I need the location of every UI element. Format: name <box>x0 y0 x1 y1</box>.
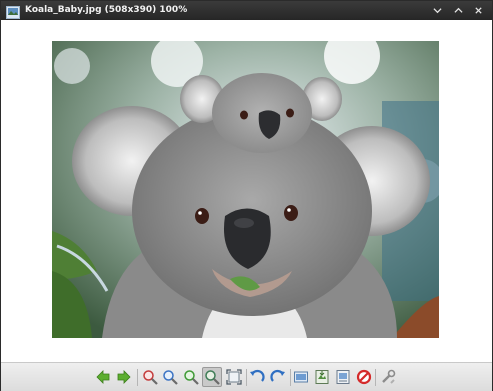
maximize-button[interactable] <box>451 3 466 18</box>
rotate-left-icon <box>250 369 265 382</box>
zoom-out-button[interactable] <box>160 367 180 387</box>
rotate-right-icon <box>270 369 285 382</box>
settings-button[interactable] <box>378 367 398 387</box>
tools-icon <box>382 369 396 384</box>
image-properties-icon <box>336 370 350 384</box>
delete-button[interactable] <box>354 367 374 387</box>
title-bar[interactable]: Koala_Baby.jpg (508x390) 100% <box>1 1 492 20</box>
rotate-right-button[interactable] <box>268 367 288 387</box>
save-image-icon <box>315 370 329 384</box>
image-file-icon <box>6 4 20 19</box>
viewer-toolbar <box>1 362 492 391</box>
close-button[interactable] <box>471 3 486 18</box>
rotate-left-button[interactable] <box>247 367 267 387</box>
zoom-in-button[interactable] <box>140 367 160 387</box>
zoom-out-icon <box>163 370 178 385</box>
toolbar-separator <box>375 369 376 386</box>
previous-image-button[interactable] <box>93 367 113 387</box>
arrow-left-icon <box>96 370 110 384</box>
toolbar-separator <box>137 369 138 386</box>
zoom-original-icon <box>184 370 199 385</box>
arrow-right-icon <box>117 370 131 384</box>
save-image-button[interactable] <box>312 367 332 387</box>
open-file-button[interactable] <box>291 367 311 387</box>
delete-icon <box>356 369 372 385</box>
zoom-fit-icon <box>205 370 220 385</box>
next-image-button[interactable] <box>114 367 134 387</box>
koala-photo <box>52 41 439 338</box>
close-icon <box>475 7 482 14</box>
folder-image-icon <box>294 371 308 383</box>
chevron-up-icon <box>454 7 463 13</box>
fullscreen-icon <box>226 369 242 385</box>
image-viewport[interactable] <box>1 20 492 363</box>
fit-to-window-button[interactable] <box>202 367 222 387</box>
minimize-button[interactable] <box>430 3 445 18</box>
window-title: Koala_Baby.jpg (508x390) 100% <box>25 5 188 15</box>
zoom-100-button[interactable] <box>181 367 201 387</box>
fullscreen-button[interactable] <box>224 367 244 387</box>
properties-button[interactable] <box>333 367 353 387</box>
zoom-in-icon <box>143 370 158 385</box>
chevron-down-icon <box>433 8 442 14</box>
image-viewer-window: Koala_Baby.jpg (508x390) 100% <box>0 0 493 391</box>
